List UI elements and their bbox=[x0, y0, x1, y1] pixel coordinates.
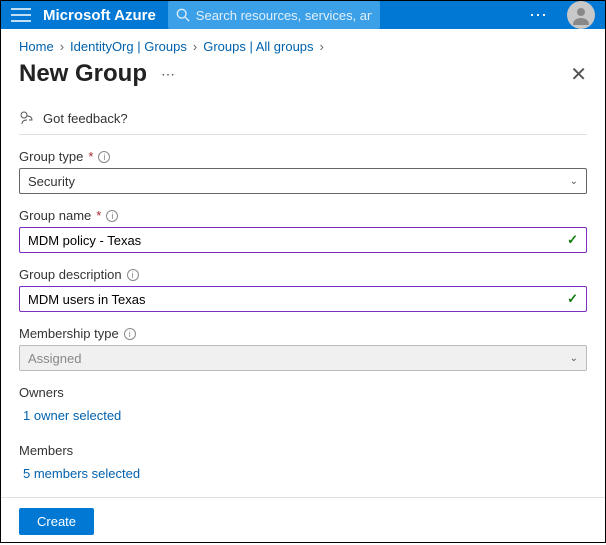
chevron-right-icon: › bbox=[320, 39, 324, 54]
membership-type-label: Membership type bbox=[19, 326, 119, 341]
chevron-right-icon: › bbox=[193, 39, 197, 54]
group-type-select[interactable]: Security ⌄ bbox=[19, 168, 587, 194]
info-icon[interactable]: i bbox=[106, 210, 118, 222]
footer: Create bbox=[1, 497, 605, 545]
create-button[interactable]: Create bbox=[19, 508, 94, 535]
avatar[interactable] bbox=[567, 1, 595, 29]
checkmark-icon: ✓ bbox=[567, 232, 578, 248]
owners-label: Owners bbox=[19, 385, 587, 400]
membership-type-select: Assigned ⌄ bbox=[19, 345, 587, 371]
chevron-down-icon: ⌄ bbox=[570, 353, 578, 364]
form: Group type * i Security ⌄ Group name * i… bbox=[1, 149, 605, 497]
chevron-right-icon: › bbox=[60, 39, 64, 54]
chevron-down-icon: ⌄ bbox=[570, 176, 578, 187]
info-icon[interactable]: i bbox=[98, 151, 110, 163]
feedback-link[interactable]: Got feedback? bbox=[1, 104, 605, 130]
menu-icon[interactable] bbox=[11, 8, 31, 22]
members-label: Members bbox=[19, 443, 587, 458]
group-name-label: Group name bbox=[19, 208, 91, 223]
group-description-label: Group description bbox=[19, 267, 122, 282]
group-description-input[interactable]: ✓ bbox=[19, 286, 587, 312]
group-type-value: Security bbox=[28, 174, 75, 189]
close-icon[interactable]: ✕ bbox=[570, 62, 587, 87]
more-icon[interactable]: ⋯ bbox=[523, 5, 555, 26]
required-indicator: * bbox=[96, 208, 101, 223]
membership-type-value: Assigned bbox=[28, 351, 81, 366]
divider bbox=[19, 134, 587, 135]
group-name-input[interactable]: ✓ bbox=[19, 227, 587, 253]
required-indicator: * bbox=[88, 149, 93, 164]
breadcrumb: Home › IdentityOrg | Groups › Groups | A… bbox=[1, 29, 605, 58]
search-icon bbox=[176, 8, 190, 22]
feedback-icon bbox=[19, 110, 35, 126]
breadcrumb-identityorg[interactable]: IdentityOrg | Groups bbox=[70, 39, 187, 54]
group-description-field[interactable] bbox=[28, 292, 567, 307]
breadcrumb-groups[interactable]: Groups | All groups bbox=[203, 39, 313, 54]
group-type-label: Group type bbox=[19, 149, 83, 164]
search-input[interactable] bbox=[196, 8, 372, 23]
top-bar: Microsoft Azure ⋯ bbox=[1, 1, 605, 29]
info-icon[interactable]: i bbox=[124, 328, 136, 340]
breadcrumb-home[interactable]: Home bbox=[19, 39, 54, 54]
title-bar: New Group ⋯ ✕ bbox=[1, 58, 605, 104]
brand-label: Microsoft Azure bbox=[43, 7, 156, 24]
search-box[interactable] bbox=[168, 1, 380, 29]
group-name-field[interactable] bbox=[28, 233, 567, 248]
feedback-label: Got feedback? bbox=[43, 111, 128, 126]
page-title: New Group bbox=[19, 60, 147, 88]
title-more-icon[interactable]: ⋯ bbox=[161, 66, 177, 83]
info-icon[interactable]: i bbox=[127, 269, 139, 281]
checkmark-icon: ✓ bbox=[567, 291, 578, 307]
members-selected-link[interactable]: 5 members selected bbox=[19, 466, 140, 481]
owners-selected-link[interactable]: 1 owner selected bbox=[19, 408, 121, 423]
